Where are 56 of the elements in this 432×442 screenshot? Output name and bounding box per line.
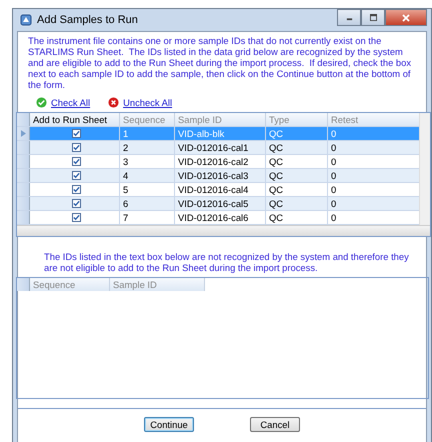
checkbox[interactable] bbox=[72, 213, 80, 222]
table-cell: QC bbox=[266, 169, 328, 182]
row-header[interactable] bbox=[17, 141, 30, 154]
table-cell: 5 bbox=[120, 183, 175, 196]
table-cell: VID-012016-cal6 bbox=[175, 211, 266, 224]
checkbox[interactable] bbox=[72, 129, 80, 138]
row-header[interactable] bbox=[17, 211, 30, 224]
dialog-button[interactable]: Cancel bbox=[250, 417, 300, 432]
table-cell: 7 bbox=[120, 211, 175, 224]
maximize-icon bbox=[368, 14, 378, 21]
table-cell: QC bbox=[266, 183, 328, 196]
close-button[interactable] bbox=[385, 9, 427, 26]
checkbox[interactable] bbox=[72, 171, 80, 180]
table-cell: VID-012016-cal3 bbox=[175, 169, 266, 182]
vertical-scrollbar[interactable] bbox=[419, 113, 430, 225]
row-header bbox=[17, 278, 30, 291]
close-icon bbox=[108, 97, 120, 108]
table-cell: 3 bbox=[120, 155, 175, 168]
row-header[interactable] bbox=[17, 183, 30, 196]
table-cell: 4 bbox=[120, 169, 175, 182]
table-cell: QC bbox=[266, 155, 328, 168]
row-header[interactable] bbox=[17, 155, 30, 168]
table-cell: 6 bbox=[120, 197, 175, 210]
maximize-button[interactable] bbox=[361, 9, 385, 26]
row-header[interactable] bbox=[17, 127, 30, 140]
minimize-button[interactable] bbox=[337, 9, 361, 26]
horizontal-scrollbar[interactable] bbox=[17, 225, 430, 236]
table-cell: VID-012016-cal1 bbox=[175, 141, 266, 154]
table-cell: QC bbox=[266, 127, 328, 140]
row-header[interactable] bbox=[17, 197, 30, 210]
dialog-button[interactable]: Continue bbox=[144, 417, 194, 432]
table-cell: QC bbox=[266, 211, 328, 224]
app-icon bbox=[20, 14, 32, 26]
table-cell: QC bbox=[266, 141, 328, 154]
table-cell: VID-012016-cal4 bbox=[175, 183, 266, 196]
checkbox[interactable] bbox=[72, 157, 80, 166]
table-cell: VID-012016-cal5 bbox=[175, 197, 266, 210]
checkbox[interactable] bbox=[72, 199, 80, 208]
checkbox[interactable] bbox=[72, 185, 80, 194]
table-cell: VID-012016-cal2 bbox=[175, 155, 266, 168]
link[interactable]: Check All bbox=[51, 97, 90, 108]
checkmark-icon bbox=[36, 97, 47, 108]
table-cell: 1 bbox=[120, 127, 175, 140]
row-pointer-icon bbox=[20, 130, 26, 137]
row-header bbox=[17, 113, 30, 126]
checkbox[interactable] bbox=[72, 143, 80, 152]
table-cell: 2 bbox=[120, 141, 175, 154]
link[interactable]: Uncheck All bbox=[123, 97, 172, 108]
window-title: Add Samples to Run bbox=[37, 14, 139, 26]
note-text: The IDs listed in the text box below are not recognized by the system and therefore they are not eligible to add to the Run Sheet during the import process. bbox=[44, 251, 410, 273]
table-cell: VID-alb-blk bbox=[175, 127, 266, 140]
row-header[interactable] bbox=[17, 169, 30, 182]
table-cell: QC bbox=[266, 197, 328, 210]
instruction-text: The instrument file contains one or more sample IDs that do not currently exist on the STARLIMS Run Sheet. The IDs listed in the data grid below are recognized by the system and are eligible to add to the Run Sheet during the import process. If desired, check the box next to each sample ID to add the sample, then click on the Continue button at the bottom of the form. bbox=[28, 35, 412, 90]
column-header[interactable]: Add to Run Sheet bbox=[30, 113, 120, 126]
close-icon bbox=[401, 14, 411, 22]
